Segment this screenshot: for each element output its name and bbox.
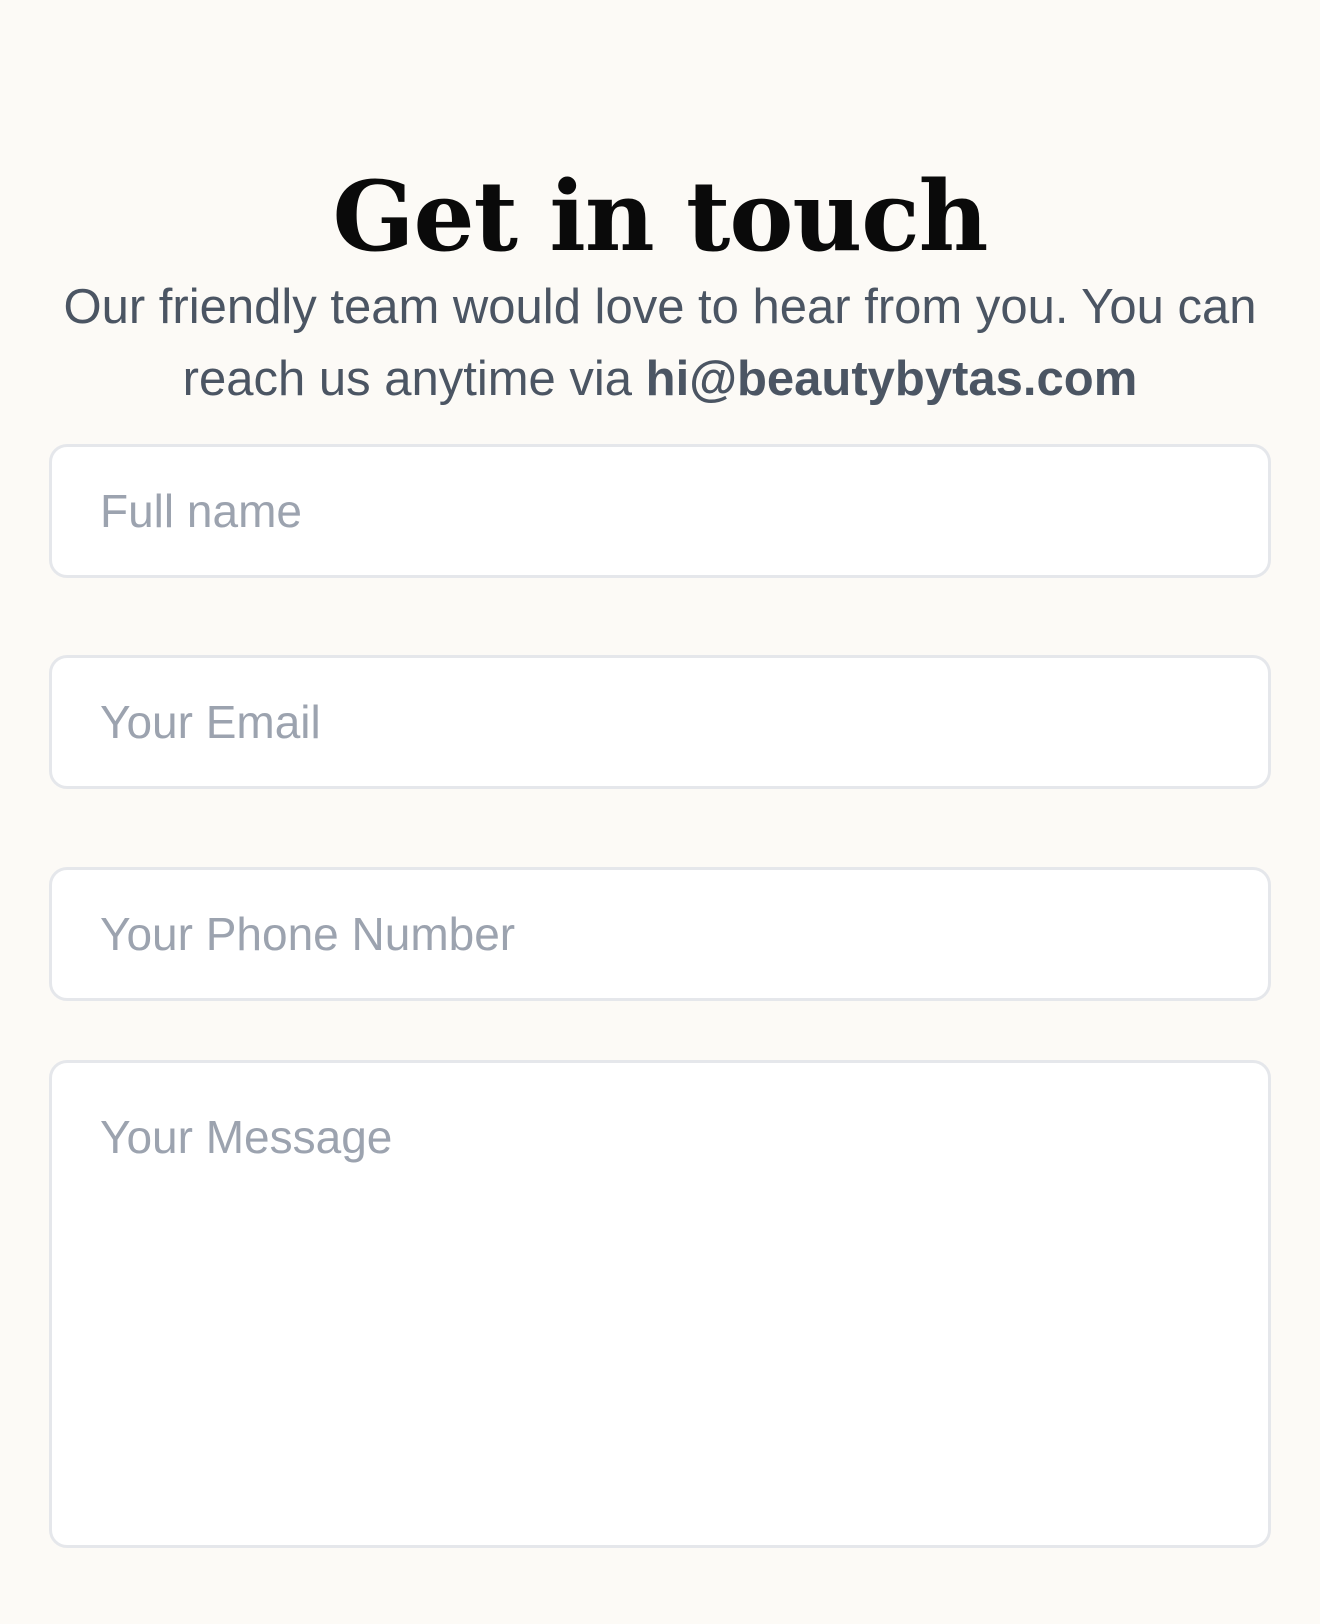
page-title: Get in touch — [332, 160, 989, 274]
phone-input[interactable] — [49, 867, 1271, 1001]
page-subtitle: Our friendly team would love to hear fro… — [50, 271, 1270, 415]
full-name-input[interactable] — [49, 444, 1271, 578]
contact-email: hi@beautybytas.com — [645, 352, 1138, 406]
message-textarea[interactable] — [49, 1060, 1271, 1548]
email-input[interactable] — [49, 655, 1271, 789]
